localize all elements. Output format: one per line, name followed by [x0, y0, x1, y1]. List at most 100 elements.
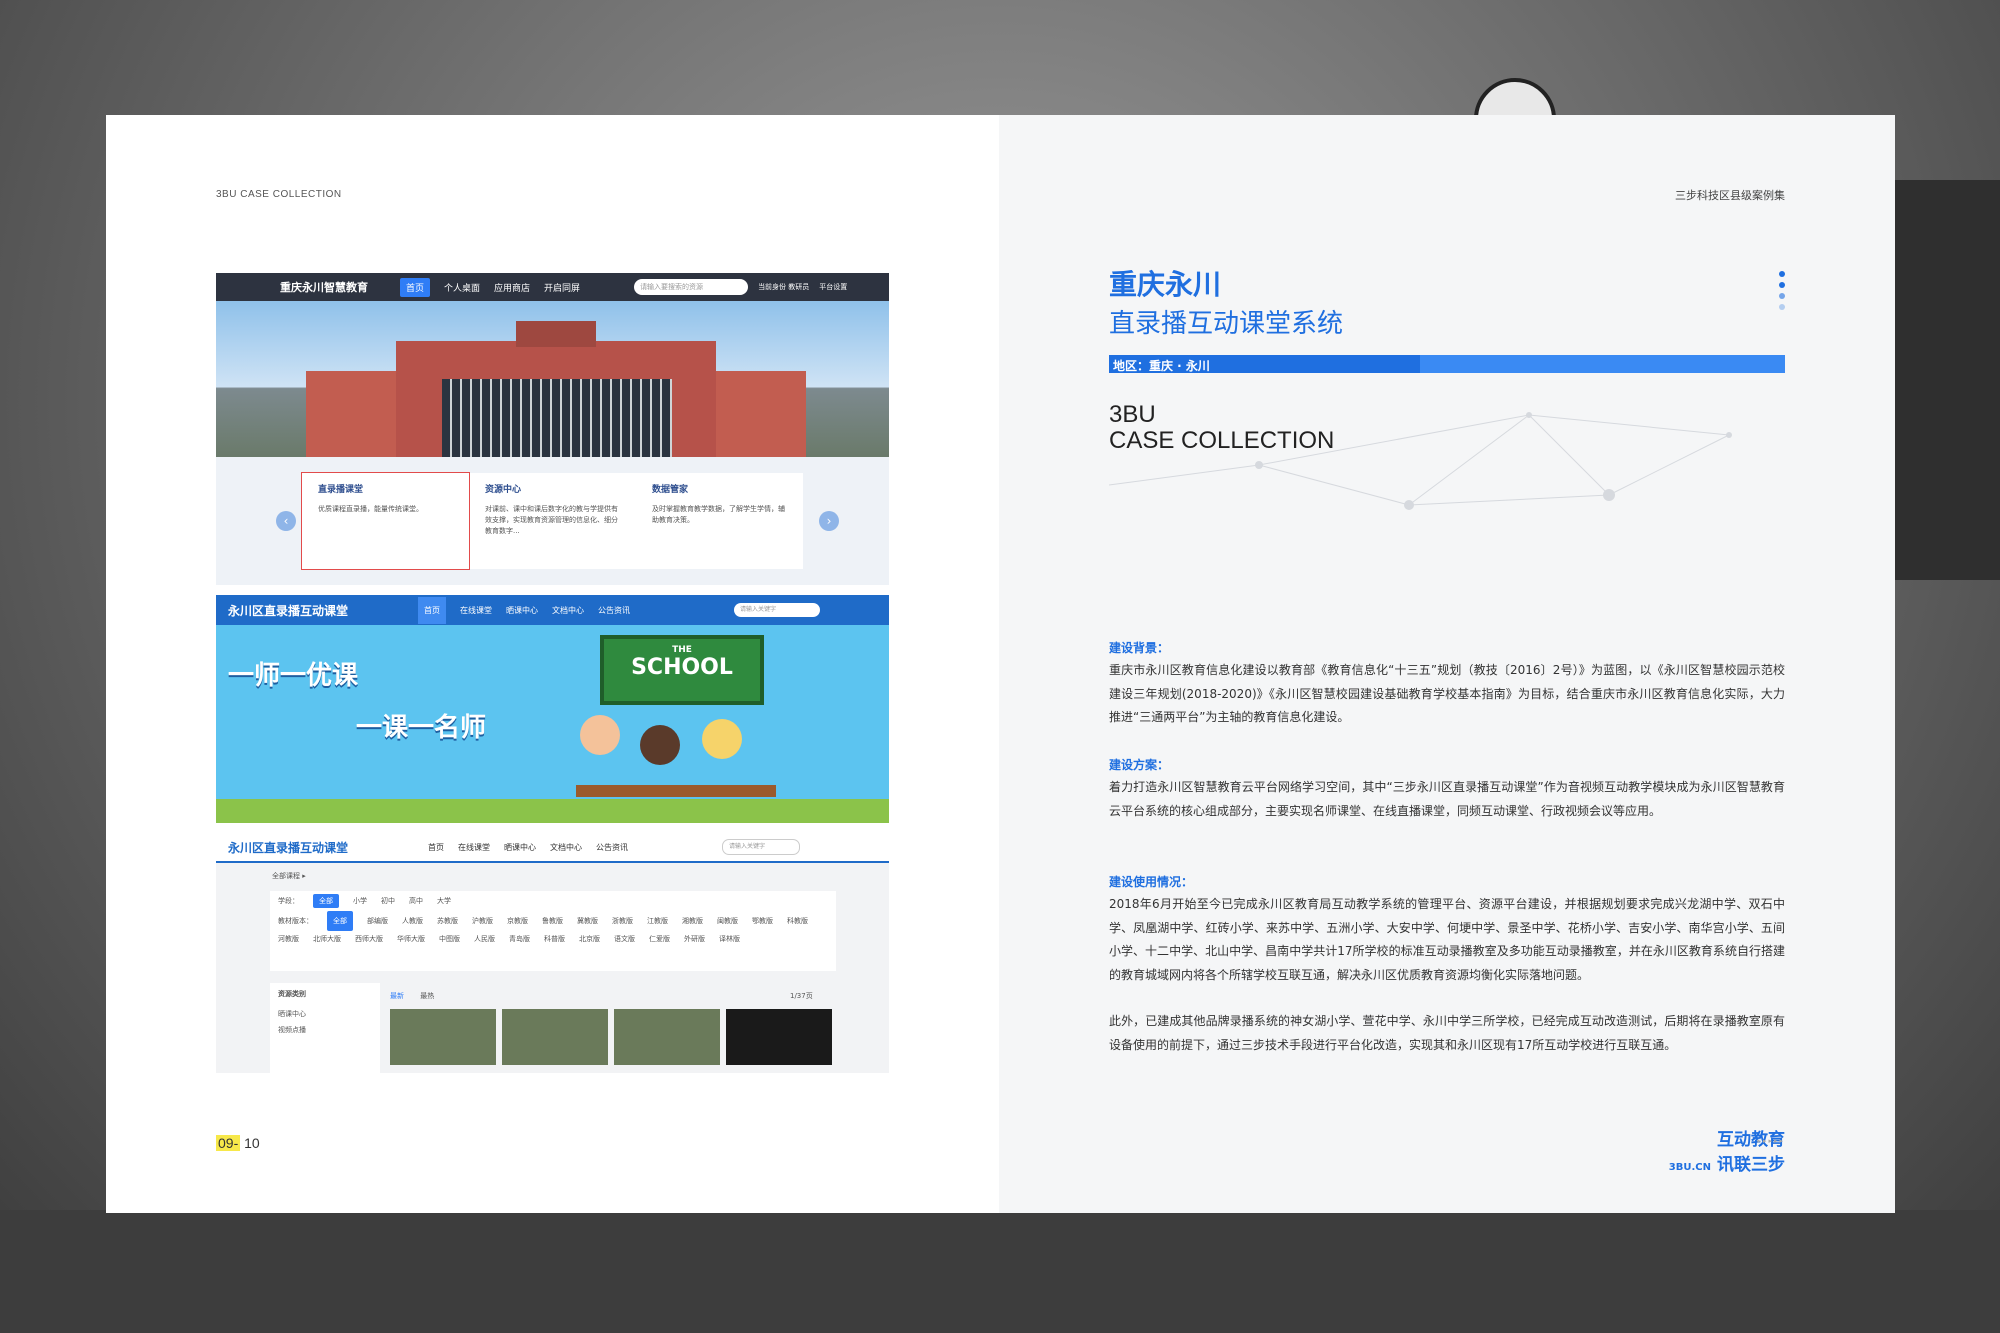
sort-tabs: 最新 最热: [390, 991, 434, 1001]
portal-nav-screen[interactable]: 开启同屏: [544, 281, 580, 294]
course-logo: 永川区直录播互动课堂: [228, 840, 349, 855]
edition-chip[interactable]: 华师大版: [397, 931, 425, 947]
edition-chip[interactable]: 冀教版: [577, 913, 598, 929]
carousel-next-icon[interactable]: ›: [819, 511, 839, 531]
live-nav-home[interactable]: 首页: [418, 596, 446, 624]
portal-nav-home[interactable]: 首页: [400, 277, 431, 297]
course-thumbnail[interactable]: [502, 1009, 608, 1065]
edition-chip[interactable]: 仁爱版: [649, 931, 670, 947]
school-building-banner: [216, 301, 889, 457]
carousel-prev-icon[interactable]: ‹: [276, 511, 296, 531]
stage-chip[interactable]: 全部: [313, 894, 339, 908]
card-resource-center[interactable]: 资源中心 对课前、课中和课后数字化的教与学提供有效支撑，实现教育资源管理的信息化…: [469, 473, 636, 569]
edition-chip[interactable]: 人教版: [402, 913, 423, 929]
card-title: 直录播课堂: [318, 485, 364, 495]
edition-chip[interactable]: 京教版: [507, 913, 528, 929]
edition-chip[interactable]: 译林版: [719, 931, 740, 947]
edition-chip[interactable]: 部编版: [367, 913, 388, 929]
edition-chip[interactable]: 外研版: [684, 931, 705, 947]
edition-chip[interactable]: 闽教版: [717, 913, 738, 929]
course-nav-docs[interactable]: 文档中心: [550, 842, 582, 853]
live-search-input[interactable]: 请输入关键字: [734, 603, 820, 617]
edition-chip[interactable]: 沪教版: [472, 913, 493, 929]
edition-chip[interactable]: 科教版: [787, 913, 808, 929]
section-heading: 建设方案：: [1109, 758, 1170, 772]
category-sidebar: 资源类别 晒课中心 视频点播: [270, 983, 380, 1073]
right-header: 三步科技区县级案例集: [1675, 189, 1785, 202]
breadcrumb[interactable]: 全部课程 ▸: [272, 871, 306, 881]
edition-chip[interactable]: 语文版: [614, 931, 635, 947]
edition-chip[interactable]: 湘教版: [682, 913, 703, 929]
stage-chip[interactable]: 高中: [409, 896, 423, 906]
feature-cards: 直录播课堂 优质课程直录播，能量传统课堂。 资源中心 对课前、课中和课后数字化的…: [301, 472, 803, 570]
edition-chip[interactable]: 西师大版: [355, 931, 383, 947]
course-thumbnail[interactable]: [614, 1009, 720, 1065]
stage-chip[interactable]: 初中: [381, 896, 395, 906]
card-desc: 对课前、课中和课后数字化的教与学提供有效支撑，实现教育资源管理的信息化、细分教育…: [485, 505, 618, 535]
portal-search-input[interactable]: 请输入要搜索的资源: [634, 279, 749, 295]
edition-chip[interactable]: 鲁教版: [542, 913, 563, 929]
slogan-2: 一课一名师: [356, 713, 487, 743]
edition-chip[interactable]: 鄂教版: [752, 913, 773, 929]
course-thumbnail[interactable]: [390, 1009, 496, 1065]
portal-logo: 重庆永川智慧教育: [280, 281, 368, 294]
blackboard: [1890, 180, 2000, 580]
tab-latest[interactable]: 最新: [390, 992, 404, 1000]
edition-chip[interactable]: 中图版: [439, 931, 460, 947]
live-nav-online[interactable]: 在线课堂: [460, 605, 492, 616]
kid-illustration: [640, 725, 680, 765]
desk-illustration: [576, 785, 776, 797]
course-nav: 永川区直录播互动课堂 首页 在线课堂 晒课中心 文档中心 公告资讯 请输入关键字: [216, 833, 889, 863]
course-thumbnails: [390, 1009, 832, 1065]
edition-chip[interactable]: 科普版: [544, 931, 565, 947]
pager[interactable]: 1/37页: [790, 991, 813, 1001]
screenshot-live-home: 永川区直录播互动课堂 首页 在线课堂 晒课中心 文档中心 公告资讯 请输入关键字…: [216, 595, 889, 823]
course-search-input[interactable]: 请输入关键字: [722, 839, 800, 855]
kid-illustration: [702, 719, 742, 759]
building-image: [396, 321, 716, 457]
edition-chip[interactable]: 江教版: [647, 913, 668, 929]
edition-chip[interactable]: 北师大版: [313, 931, 341, 947]
portal-platform[interactable]: 平台设置: [819, 282, 847, 292]
edition-chip[interactable]: 青岛版: [509, 931, 530, 947]
left-page: 3BU CASE COLLECTION 重庆永川智慧教育 首页 个人桌面 应用商…: [106, 115, 999, 1213]
en-title-2: CASE COLLECTION: [1109, 427, 1335, 454]
screenshot-course-list: 永川区直录播互动课堂 首页 在线课堂 晒课中心 文档中心 公告资讯 请输入关键字…: [216, 833, 889, 1073]
live-nav-showcase[interactable]: 晒课中心: [506, 605, 538, 616]
edition-chip[interactable]: 全部: [327, 911, 353, 931]
course-thumbnail[interactable]: [726, 1009, 832, 1065]
live-nav-news[interactable]: 公告资讯: [598, 605, 630, 616]
section-body: 2018年6月开始至今已完成永川区教育局互动教学系统的管理平台、资源平台建设，并…: [1109, 897, 1785, 982]
card-live-class[interactable]: 直录播课堂 优质课程直录播，能量传统课堂。: [301, 472, 470, 570]
page-number: 09- 10: [216, 1135, 260, 1151]
edition-chip[interactable]: 河教版: [278, 931, 299, 947]
card-desc: 优质课程直录播，能量传统课堂。: [318, 505, 423, 513]
stage-chip[interactable]: 大学: [437, 896, 451, 906]
course-nav-online[interactable]: 在线课堂: [458, 842, 490, 853]
edition-chip[interactable]: 浙教版: [612, 913, 633, 929]
edition-chip[interactable]: 北京版: [579, 931, 600, 947]
side-item[interactable]: 晒课中心: [278, 1009, 372, 1019]
course-nav-news[interactable]: 公告资讯: [596, 842, 628, 853]
stage-chip[interactable]: 小学: [353, 896, 367, 906]
course-nav-showcase[interactable]: 晒课中心: [504, 842, 536, 853]
section-body: 着力打造永川区智慧教育云平台网络学习空间，其中“三步永川区直录播互动课堂”作为音…: [1109, 780, 1785, 818]
live-nav-docs[interactable]: 文档中心: [552, 605, 584, 616]
section-heading: 建设使用情况：: [1109, 875, 1194, 889]
tab-hot[interactable]: 最热: [420, 992, 434, 1000]
edition-chip[interactable]: 苏教版: [437, 913, 458, 929]
portal-nav-desktop[interactable]: 个人桌面: [444, 281, 480, 294]
portal-user[interactable]: 当前身份 教研员: [758, 282, 809, 292]
live-logo: 永川区直录播互动课堂: [228, 603, 349, 618]
portal-nav-store[interactable]: 应用商店: [494, 281, 530, 294]
side-item[interactable]: 视频点播: [278, 1025, 372, 1035]
live-nav: 永川区直录播互动课堂 首页 在线课堂 晒课中心 文档中心 公告资讯 请输入关键字: [216, 595, 889, 625]
screenshot-portal: 重庆永川智慧教育 首页 个人桌面 应用商店 开启同屏 请输入要搜索的资源 当前身…: [216, 273, 889, 585]
page-title: 重庆永川: [1109, 268, 1222, 301]
card-data-manager[interactable]: 数据管家 及时掌握教育教学数据，了解学生学情，辅助教育决策。: [636, 473, 803, 569]
edition-chip[interactable]: 人民版: [474, 931, 495, 947]
course-nav-home[interactable]: 首页: [428, 842, 444, 853]
slogan-1: 一师一优课: [228, 661, 359, 691]
school-board-illustration: THE SCHOOL: [600, 635, 764, 705]
page-subtitle: 直录播互动课堂系统: [1109, 309, 1344, 339]
